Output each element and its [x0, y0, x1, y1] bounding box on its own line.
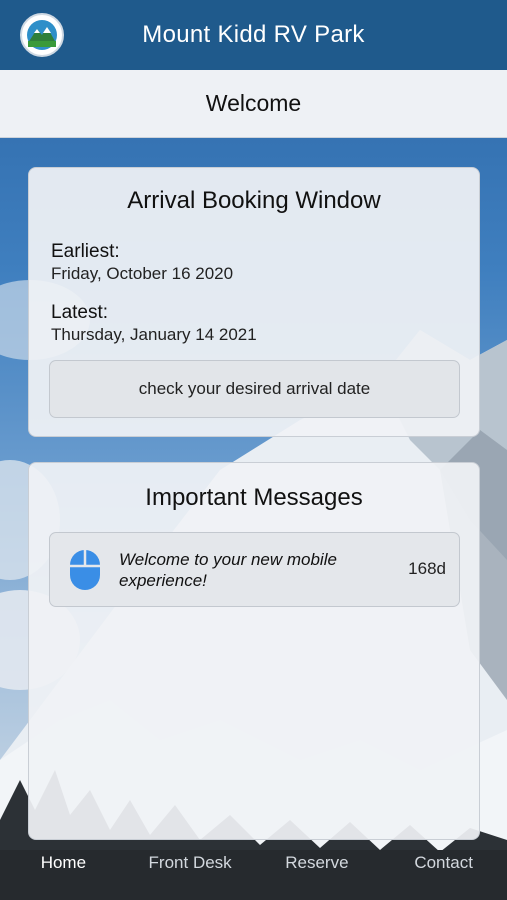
app-title: Mount Kidd RV Park: [142, 21, 365, 48]
page-subheader: Welcome: [0, 70, 507, 138]
booking-window-card: Arrival Booking Window Earliest: Friday,…: [28, 167, 480, 437]
message-age: 168d: [408, 559, 446, 578]
latest-label: Latest:: [51, 302, 109, 323]
booking-card-title: Arrival Booking Window: [127, 187, 381, 214]
earliest-date: Friday, October 16 2020: [51, 264, 234, 283]
mouse-icon: [68, 548, 102, 592]
important-messages-card: Important Messages Welcome to your new m…: [28, 462, 480, 840]
bottom-tab-bar: Home Front Desk Reserve Contact: [0, 840, 507, 900]
mountain-logo-icon: [20, 13, 64, 57]
tab-contact[interactable]: Contact: [380, 840, 507, 873]
tab-front-desk[interactable]: Front Desk: [127, 840, 254, 873]
page-title: Welcome: [205, 90, 302, 116]
tab-home[interactable]: Home: [0, 840, 127, 873]
messages-card-title: Important Messages: [145, 484, 363, 511]
earliest-label: Earliest:: [51, 241, 120, 262]
check-arrival-date-button[interactable]: check your desired arrival date: [49, 360, 460, 418]
latest-date: Thursday, January 14 2021: [51, 325, 257, 344]
message-item[interactable]: Welcome to your new mobile experience! 1…: [49, 532, 460, 607]
app-header: Mount Kidd RV Park: [0, 0, 507, 70]
tab-reserve[interactable]: Reserve: [254, 840, 381, 873]
message-text: Welcome to your new mobile experience!: [119, 550, 337, 590]
